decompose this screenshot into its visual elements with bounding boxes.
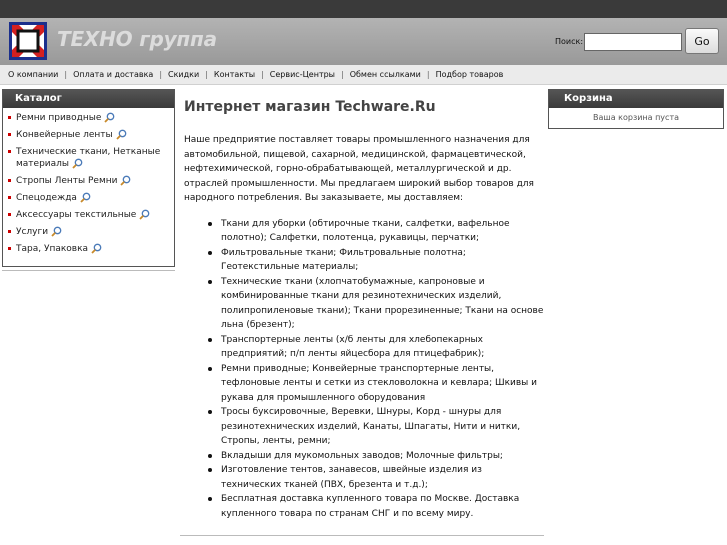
catalog-item-label[interactable]: Стропы Ленты Ремни (16, 176, 117, 186)
list-item: Вкладыши для мукомольных заводов; Молочн… (208, 449, 544, 464)
nav-item-contacts[interactable]: Контакты (214, 70, 255, 79)
nav-separator: | (205, 70, 208, 79)
search-input[interactable] (584, 33, 682, 51)
catalog-item[interactable]: Спецодежда (8, 192, 174, 204)
logo-icon[interactable] (9, 22, 47, 60)
magnifier-icon[interactable] (120, 175, 131, 186)
catalog-item[interactable]: Тара, Упаковка (8, 243, 174, 255)
top-strip (0, 0, 727, 18)
nav-separator: | (341, 70, 344, 79)
cart-box: Корзина Ваша корзина пуста (548, 89, 724, 129)
catalog-item-label[interactable]: Услуги (16, 227, 48, 237)
catalog-item[interactable]: Услуги (8, 226, 174, 238)
go-button[interactable]: Go (685, 28, 719, 54)
brand-title[interactable]: ТЕХНО группа (57, 27, 217, 51)
catalog-list: Ремни приводные Конвейерные ленты Технич… (3, 108, 174, 255)
nav-item-service[interactable]: Сервис-Центры (270, 70, 335, 79)
catalog-item-label[interactable]: Ремни приводные (16, 113, 101, 123)
catalog-box: Каталог Ремни приводные Конвейерные лент… (2, 89, 175, 267)
content-divider (180, 535, 544, 536)
catalog-item[interactable]: Технические ткани, Нетканые материалы (8, 146, 174, 170)
catalog-item-label[interactable]: Технические ткани, Нетканые материалы (16, 147, 160, 169)
page-title: Интернет магазин Techware.Ru (184, 99, 436, 115)
magnifier-icon[interactable] (139, 209, 150, 220)
cart-empty-message: Ваша корзина пуста (592, 113, 679, 122)
list-item: Фильтровальные ткани; Фильтровальные пол… (208, 246, 544, 275)
main-content: Интернет магазин Techware.Ru Наше предпр… (184, 97, 544, 521)
nav-separator: | (426, 70, 430, 79)
catalog-item-label[interactable]: Спецодежда (16, 193, 77, 203)
catalog-item[interactable]: Конвейерные ленты (8, 129, 174, 141)
nav-item-about[interactable]: О компании (8, 70, 58, 79)
nav-separator: | (64, 70, 68, 79)
services-list: Ткани для уборки (обтирочные ткани, салф… (184, 217, 544, 522)
catalog-item-label[interactable]: Конвейерные ленты (16, 130, 113, 140)
catalog-item[interactable]: Стропы Ленты Ремни (8, 175, 174, 187)
list-item: Ремни приводные; Конвейерные транспортер… (208, 362, 544, 406)
search-label: Поиск: (555, 37, 584, 46)
nav-item-links[interactable]: Обмен ссылками (350, 70, 421, 79)
list-item: Изготовление тентов, занавесов, швейные … (208, 463, 544, 492)
catalog-item-label[interactable]: Тара, Упаковка (16, 244, 88, 254)
nav-separator: | (261, 70, 264, 79)
catalog-item[interactable]: Ремни приводные (8, 112, 174, 124)
magnifier-icon[interactable] (116, 129, 127, 140)
list-item: Тросы буксировочные, Веревки, Шнуры, Кор… (208, 405, 544, 449)
nav-item-payment[interactable]: Оплата и доставка (73, 70, 153, 79)
catalog-title: Каталог (3, 90, 174, 108)
cart-title: Корзина (549, 90, 723, 108)
list-item: Транспортерные ленты (х/б ленты для хлеб… (208, 333, 544, 362)
nav-item-discounts[interactable]: Скидки (168, 70, 199, 79)
magnifier-icon[interactable] (91, 243, 102, 254)
magnifier-icon[interactable] (104, 112, 115, 123)
catalog-item[interactable]: Аксессуары текстильные (8, 209, 174, 221)
list-item: Технические ткани (хлопчатобумажные, кап… (208, 275, 544, 333)
list-item: Ткани для уборки (обтирочные ткани, салф… (208, 217, 544, 246)
magnifier-icon[interactable] (80, 192, 91, 203)
catalog-item-label[interactable]: Аксессуары текстильные (16, 210, 136, 220)
nav-item-selection[interactable]: Подбор товаров (436, 70, 504, 79)
main-nav: О компании | Оплата и доставка | Скидки … (0, 65, 727, 85)
intro-paragraph: Наше предприятие поставляет товары промы… (184, 135, 534, 203)
sidebar-divider (2, 270, 175, 271)
magnifier-icon[interactable] (51, 226, 62, 237)
nav-separator: | (159, 70, 163, 79)
list-item: Бесплатная доставка купленного товара по… (208, 492, 544, 521)
magnifier-icon[interactable] (72, 158, 83, 169)
